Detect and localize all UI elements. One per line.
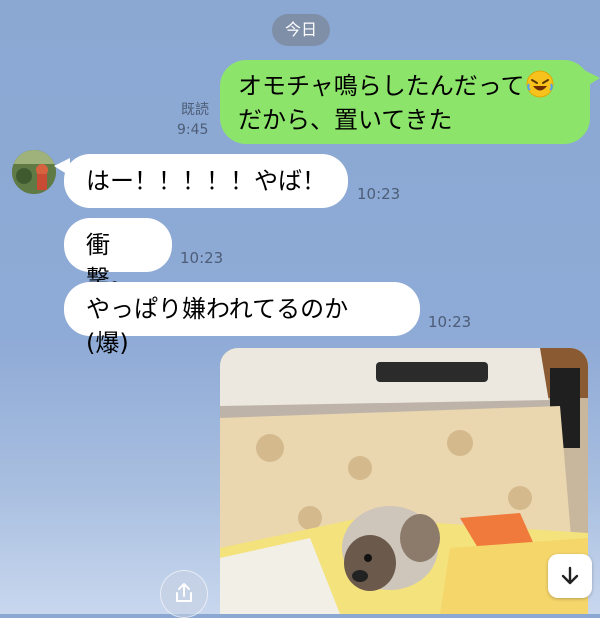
message-text-line1: オモチャ鳴らしたんだって [238,72,525,100]
rolling-on-floor-laughing-emoji-icon [525,69,555,99]
incoming-message-bubble[interactable]: はー！！！！！やば！ [54,154,348,208]
message-time: 10:23 [357,185,401,203]
message-time: 10:23 [180,249,224,267]
date-separator: 今日 [272,14,330,46]
message-text-line2: だから、置いてきた [238,106,453,134]
outgoing-message-bubble[interactable]: オモチャ鳴らしたんだって だから、置いてきた [220,60,600,144]
share-button[interactable] [160,570,208,618]
share-icon [172,581,196,609]
read-receipt: 既読 [181,102,209,118]
message-text: はー！！！！！やば！ [86,167,326,195]
dog-under-kotatsu-photo[interactable] [220,348,588,614]
arrow-down-icon [558,564,582,592]
message-time: 9:45 [177,122,209,138]
incoming-message-bubble[interactable]: 衝撃。 [64,218,172,293]
friend-avatar[interactable] [12,150,56,194]
scroll-to-bottom-button[interactable] [548,554,592,598]
message-time: 10:23 [428,313,472,331]
incoming-message-bubble[interactable]: やっぱり嫌われてるのか (爆) [64,282,420,357]
